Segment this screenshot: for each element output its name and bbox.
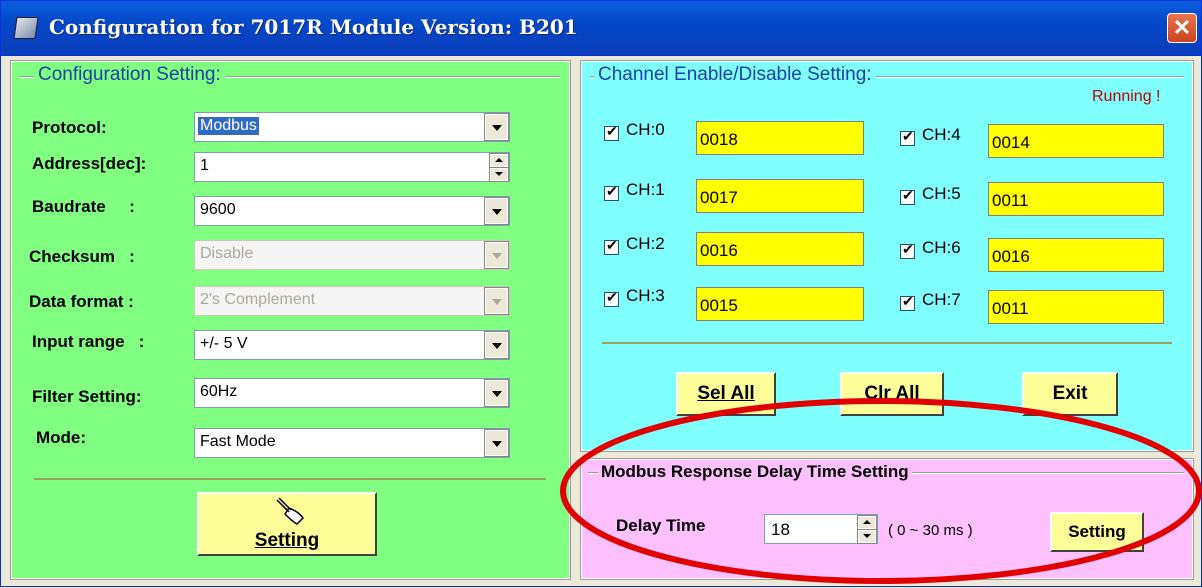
ch0-label: CH:0 [626,120,665,139]
ch6-value-text: 0016 [992,247,1030,266]
checksum-label: Checksum : [29,247,135,266]
ch7-value-text: 0011 [992,299,1029,318]
app-icon [13,17,39,39]
ch0-checkbox[interactable] [604,123,619,141]
chevron-down-icon[interactable] [484,197,509,225]
ch1-value: 0017 [696,179,864,213]
ch3-value-text: 0015 [700,296,738,315]
channel-setting-panel: Channel Enable/Disable Setting: Running … [580,60,1194,452]
mode-value: Fast Mode [200,433,276,450]
ch7-value: 0011 [988,290,1164,324]
ch2-value: 0016 [696,232,864,266]
exit-button[interactable]: Exit [1022,372,1118,416]
ch5-label: CH:5 [922,184,961,203]
config-setting-label: Setting [254,530,320,551]
config-setting-button[interactable]: Setting [197,492,377,556]
ch4-value: 0014 [988,124,1164,158]
ch4-checkbox[interactable] [900,128,915,146]
data-format-label: Data format : [29,292,134,311]
delay-time-input[interactable]: 18 [764,514,878,544]
ch3-checkbox[interactable] [604,289,619,307]
filter-setting-label: Filter Setting: [32,387,142,406]
protocol-select[interactable]: Modbus [194,112,510,142]
spin-up-icon[interactable] [489,153,509,168]
channel-setting-legend: Channel Enable/Disable Setting: [594,64,876,86]
ch5-value-text: 0011 [992,191,1029,210]
filter-setting-value: 60Hz [200,383,238,400]
delay-time-value: 18 [771,520,790,539]
clr-all-button[interactable]: Clr All [840,372,944,416]
address-value: 1 [200,157,209,174]
ch2-value-text: 0016 [700,241,738,260]
ch5-value: 0011 [988,182,1164,216]
configuration-setting-panel: Configuration Setting: Protocol: Modbus … [10,60,571,580]
mode-select[interactable]: Fast Mode [194,428,510,458]
spin-down-icon[interactable] [857,529,877,544]
address-spinner[interactable]: 1 [194,152,510,182]
sel-all-button[interactable]: Sel All [676,372,776,416]
address-label: Address[dec]: [32,154,147,173]
mode-label: Mode: [36,428,87,447]
chevron-down-icon[interactable] [484,429,509,457]
divider [602,342,1172,344]
input-range-label: Input range : [32,332,145,351]
ch0-value: 0018 [696,121,864,155]
window-title: Configuration for 7017R Module Version: … [49,15,578,39]
config-window: Configuration for 7017R Module Version: … [0,0,1202,587]
ch6-checkbox[interactable] [900,241,915,259]
chevron-down-icon [484,287,509,315]
ch4-label: CH:4 [922,125,961,144]
delay-spin-buttons[interactable] [857,515,877,544]
close-button[interactable]: ✕ [1167,13,1197,43]
ch1-checkbox[interactable] [604,183,619,201]
delay-range-text: ( 0 ~ 30 ms ) [888,522,973,539]
checksum-value: Disable [200,245,254,262]
ch6-value: 0016 [988,238,1164,272]
title-bar[interactable]: Configuration for 7017R Module Version: … [1,1,1201,56]
chevron-down-icon[interactable] [484,379,509,407]
divider [34,478,546,480]
checksum-select: Disable [194,240,510,270]
input-range-select[interactable]: +/- 5 V [194,330,510,360]
clr-all-label: Clr All [864,383,920,404]
baudrate-select[interactable]: 9600 [194,196,510,226]
delay-setting-legend: Modbus Response Delay Time Setting [598,462,912,482]
ch0-value-text: 0018 [700,130,738,149]
data-format-value: 2's Complement [200,291,316,308]
sel-all-label: Sel All [697,383,755,404]
ch2-checkbox[interactable] [604,237,619,255]
chevron-down-icon[interactable] [484,331,509,359]
baudrate-label: Baudrate : [32,197,135,216]
ch1-value-text: 0017 [700,188,738,207]
ch5-checkbox[interactable] [900,187,915,205]
chevron-down-icon [484,241,509,269]
ch3-value: 0015 [696,287,864,321]
ch7-checkbox[interactable] [900,293,915,311]
exit-label: Exit [1052,383,1088,404]
spin-up-icon[interactable] [857,515,877,530]
address-spin-buttons[interactable] [489,153,509,182]
input-range-value: +/- 5 V [200,335,248,352]
baudrate-value: 9600 [200,201,236,218]
running-status: Running ! [1092,88,1161,105]
ch1-label: CH:1 [626,180,665,199]
data-format-select: 2's Complement [194,286,510,316]
ch7-label: CH:7 [922,290,961,309]
hand-pointer-icon [276,497,304,525]
chevron-down-icon[interactable] [484,113,509,141]
delay-setting-label: Setting [1068,522,1126,541]
protocol-label: Protocol: [32,118,107,137]
delay-setting-panel: Modbus Response Delay Time Setting Delay… [580,458,1194,580]
spin-down-icon[interactable] [489,167,509,182]
filter-setting-select[interactable]: 60Hz [194,378,510,408]
ch4-value-text: 0014 [992,133,1030,152]
ch3-label: CH:3 [626,286,665,305]
delay-setting-button[interactable]: Setting [1050,512,1144,552]
configuration-setting-legend: Configuration Setting: [34,64,225,86]
ch6-label: CH:6 [922,238,961,257]
ch2-label: CH:2 [626,234,665,253]
protocol-value: Modbus [198,117,259,135]
delay-time-label: Delay Time [616,516,706,535]
